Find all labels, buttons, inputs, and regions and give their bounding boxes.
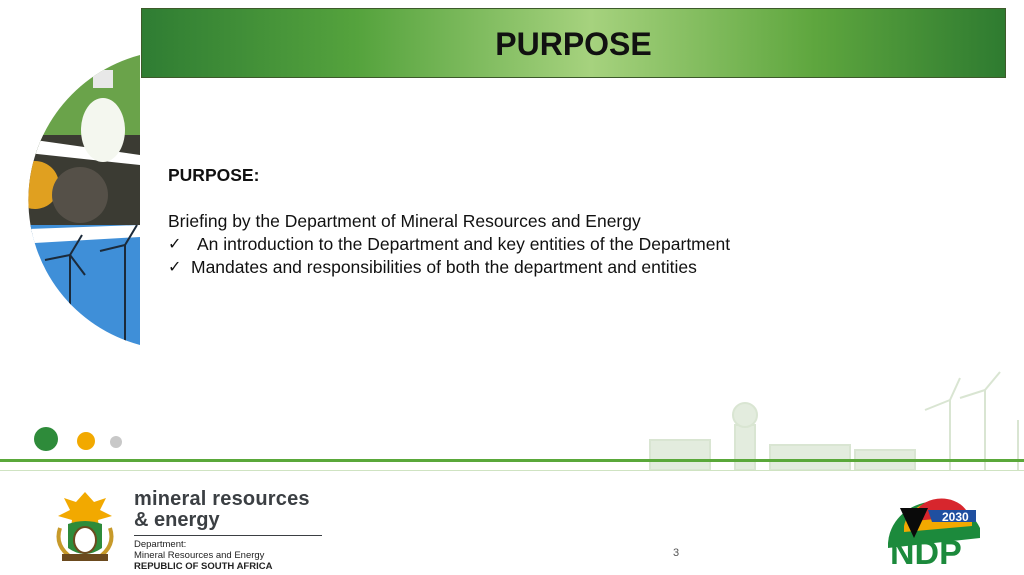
ndp-text: NDP [890, 534, 962, 568]
department-branding: mineral resources & energy Department: M… [134, 489, 322, 572]
bullet-item: ✓ Mandates and responsibilities of both … [168, 256, 730, 279]
department-label: Department: [134, 539, 187, 550]
bullet-item: ✓ An introduction to the Department and … [168, 233, 730, 256]
decorative-dots [34, 427, 122, 451]
ndp-year: 2030 [942, 510, 969, 524]
coat-of-arms-logo [56, 492, 114, 561]
bullet-text: An introduction to the Department and ke… [197, 234, 731, 254]
brand-line-2: & energy [134, 509, 220, 531]
department-name: Mineral Resources and Energy [134, 550, 265, 561]
footer-divider-light [0, 470, 1024, 471]
brand-rule [134, 535, 322, 536]
title-bar: PURPOSE [141, 8, 1006, 78]
intro-text: Briefing by the Department of Mineral Re… [168, 211, 641, 231]
slide-title: PURPOSE [495, 26, 652, 62]
country-name: REPUBLIC OF SOUTH AFRICA [134, 561, 273, 572]
ndp-2030-logo: 2030 NDP [888, 498, 980, 568]
page-number: 3 [673, 547, 680, 559]
footer-divider [0, 459, 1024, 462]
checkmark-icon: ✓ [168, 259, 182, 276]
content-heading: PURPOSE: [168, 165, 260, 185]
slide-body: PURPOSE: Briefing by the Department of M… [168, 164, 730, 279]
checkmark-icon: ✓ [168, 236, 182, 253]
bullet-text: Mandates and responsibilities of both th… [191, 257, 697, 277]
industry-skyline-watermark [649, 371, 1019, 470]
brand-line-1: mineral resources [134, 488, 310, 510]
energy-collage-image [28, 55, 140, 345]
